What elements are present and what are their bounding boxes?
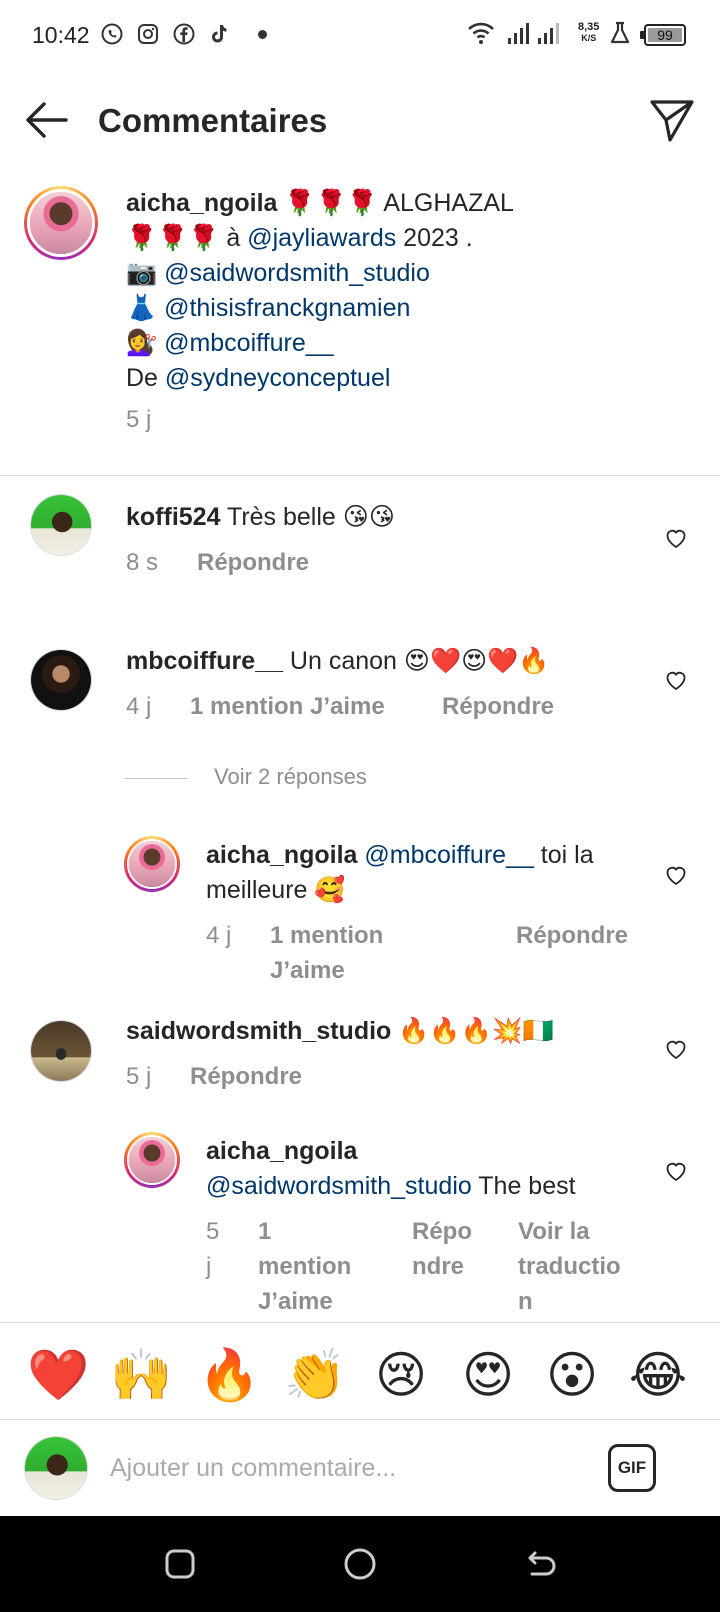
comment-text: koffi524 Très belle 😘😘 [126, 503, 395, 531]
mention-link[interactable]: @thisisfranckgnamien [164, 294, 410, 322]
emoji-laughing-button[interactable]: 😂 [628, 1345, 688, 1405]
send-icon[interactable] [648, 96, 696, 144]
mention-link[interactable]: @jayliawards [247, 224, 396, 252]
notification-dot [258, 30, 267, 39]
reply-time: 5j [206, 1218, 220, 1280]
emoji-surprised-button[interactable]: 😮 [542, 1345, 602, 1405]
header: Commentaires [0, 72, 720, 168]
quick-emoji-bar: ❤️ 🙌 🔥 👏 😢 😍 😮 😂 [0, 1322, 720, 1420]
reply-text: aicha_ngoila @saidwordsmith_studio The b… [206, 1137, 576, 1200]
back-arrow-icon[interactable] [22, 98, 70, 142]
comment-username[interactable]: saidwordsmith_studio [126, 1017, 391, 1045]
reply-button[interactable]: Répondre [412, 1214, 472, 1284]
network-speed: 8,35 K/S [578, 21, 600, 44]
reply-text: aicha_ngoila @mbcoiffure__ toi la meille… [206, 841, 594, 904]
like-heart-icon[interactable] [664, 1159, 688, 1183]
mention-link[interactable]: @saidwordsmith_studio [206, 1172, 472, 1200]
likes-count[interactable]: 1 mention J’aime [270, 918, 430, 988]
comment-text: mbcoiffure__ Un canon 😍❤️😍❤️🔥 [126, 647, 550, 675]
like-heart-icon[interactable] [664, 1037, 688, 1061]
reply-button[interactable]: Répondre [516, 918, 628, 953]
reply-button[interactable]: Répondre [190, 1059, 302, 1094]
gif-button[interactable]: GIF [608, 1444, 656, 1492]
instagram-icon [138, 24, 158, 44]
recent-apps-icon[interactable] [160, 1544, 200, 1584]
mention-link[interactable]: @mbcoiffure__ [164, 329, 333, 357]
emoji-raised-hands-button[interactable]: 🙌 [110, 1345, 172, 1405]
system-nav-bar [0, 1516, 720, 1612]
divider [124, 778, 188, 779]
see-translation-button[interactable]: Voir la traductio n [518, 1214, 621, 1319]
facebook-icon [173, 23, 195, 45]
back-nav-icon[interactable] [520, 1544, 560, 1584]
emoji-fire-button[interactable]: 🔥 [198, 1345, 260, 1405]
mention-link[interactable]: @saidwordsmith_studio [164, 259, 430, 287]
emoji-heart-button[interactable]: ❤️ [27, 1345, 89, 1405]
comment-username[interactable]: mbcoiffure__ [126, 647, 283, 675]
reply-username[interactable]: aicha_ngoila [206, 841, 357, 869]
caption-username[interactable]: aicha_ngoila [126, 189, 277, 217]
comment-time: 4 j [126, 693, 152, 720]
reply-button[interactable]: Répondre [197, 545, 309, 580]
emoji-clap-button[interactable]: 👏 [284, 1345, 346, 1405]
comment-avatar[interactable] [30, 1020, 92, 1082]
comment-text: saidwordsmith_studio 🔥🔥🔥💥🇨🇮 [126, 1017, 554, 1045]
like-heart-icon[interactable] [664, 526, 688, 550]
like-heart-icon[interactable] [664, 668, 688, 692]
post-caption: aicha_ngoila 🌹🌹🌹 ALGHAZAL 🌹🌹🌹 à @jayliaw… [0, 186, 720, 476]
reply-avatar[interactable] [124, 1132, 180, 1188]
comment-time: 8 s [126, 549, 159, 576]
comment-username[interactable]: koffi524 [126, 503, 220, 531]
whatsapp-icon [101, 23, 123, 45]
signal-1-icon [508, 23, 529, 44]
emoji-crying-button[interactable]: 😢 [371, 1345, 431, 1405]
reply-time: 4 j [206, 922, 232, 949]
caption-text: aicha_ngoila 🌹🌹🌹 ALGHAZAL 🌹🌹🌹 à @jayliaw… [126, 186, 686, 437]
signal-2-icon [538, 23, 559, 44]
mention-link[interactable]: @mbcoiffure__ [364, 841, 533, 869]
home-icon[interactable] [340, 1544, 380, 1584]
comment-avatar[interactable] [30, 494, 92, 556]
flask-icon [610, 21, 630, 44]
likes-count[interactable]: 1 mention J’aime [190, 689, 385, 724]
page-title: Commentaires [98, 102, 328, 139]
like-heart-icon[interactable] [664, 863, 688, 887]
emoji-heart-eyes-button[interactable]: 😍 [458, 1345, 518, 1405]
mention-link[interactable]: @sydneyconceptuel [165, 364, 391, 392]
reply-button[interactable]: Répondre [442, 689, 554, 724]
caption-time: 5 j [126, 406, 152, 433]
comment-avatar[interactable] [30, 649, 92, 711]
status-bar: 10:42 8,35 K/S 99 [0, 0, 720, 72]
wifi-icon [468, 22, 494, 44]
tiktok-icon [212, 25, 227, 43]
view-replies-label: Voir 2 réponses [214, 764, 367, 789]
comment-time: 5 j [126, 1063, 152, 1090]
likes-count[interactable]: 1 mention J’aime [258, 1214, 351, 1319]
reply-avatar[interactable] [124, 836, 180, 892]
user-avatar [24, 1436, 88, 1500]
comment-input-bar: GIF [0, 1420, 720, 1516]
reply-username[interactable]: aicha_ngoila [206, 1137, 357, 1165]
battery-icon: 99 [644, 24, 686, 46]
comment-input[interactable] [110, 1448, 570, 1488]
caption-avatar[interactable] [24, 186, 98, 260]
status-time: 10:42 [32, 22, 90, 48]
